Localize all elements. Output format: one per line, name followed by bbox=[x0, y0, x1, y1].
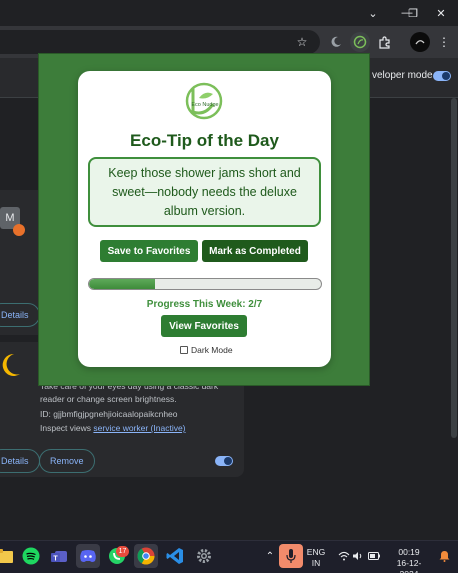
dark-mode-control[interactable]: Dark Mode bbox=[180, 345, 233, 355]
remove-button[interactable]: Remove bbox=[39, 449, 95, 473]
eco-popup-card: Eco Nudge Eco-Tip of the Day Keep those … bbox=[78, 71, 331, 367]
developer-mode-toggle[interactable] bbox=[433, 71, 451, 81]
extension-description-line2: reader or change screen brightness. bbox=[40, 394, 177, 404]
star-icon[interactable]: ☆ bbox=[292, 32, 312, 52]
record-icon bbox=[13, 224, 25, 236]
view-favorites-button[interactable]: View Favorites bbox=[161, 315, 247, 337]
page-scrollbar[interactable] bbox=[451, 98, 457, 438]
progress-label: Progress This Week: 2/7 bbox=[146, 299, 263, 310]
kebab-menu-icon[interactable]: ⋮ bbox=[434, 32, 454, 52]
details-button-2[interactable]: Details bbox=[0, 449, 40, 473]
eco-nudge-logo: Eco Nudge bbox=[185, 82, 223, 120]
clock[interactable]: 00:19 16-12-2024 bbox=[388, 547, 430, 573]
file-explorer-icon[interactable] bbox=[0, 544, 16, 568]
profile-avatar-icon[interactable] bbox=[410, 32, 430, 52]
region-label: IN bbox=[311, 558, 321, 568]
teams-icon[interactable]: T bbox=[47, 544, 71, 568]
weekly-progress-bar bbox=[88, 278, 322, 290]
save-to-favorites-button[interactable]: Save to Favorites bbox=[100, 240, 198, 262]
restore-icon: ❐ bbox=[408, 7, 418, 20]
eco-extension-icon[interactable] bbox=[350, 32, 370, 52]
dark-mode-label: Dark Mode bbox=[191, 345, 233, 355]
inspect-views-row: Inspect views service worker (Inactive) bbox=[40, 423, 186, 433]
chevron-down-icon[interactable]: ⌄ bbox=[356, 0, 390, 26]
language-indicator[interactable]: ENG IN bbox=[305, 547, 327, 569]
popup-title: Eco-Tip of the Day bbox=[130, 131, 279, 150]
extension-enable-toggle[interactable] bbox=[215, 456, 233, 466]
notification-bell-icon[interactable] bbox=[432, 544, 456, 568]
eco-tip-box: Keep those shower jams short and sweet—n… bbox=[88, 157, 321, 227]
spotify-icon[interactable] bbox=[19, 544, 43, 568]
address-bar[interactable] bbox=[0, 30, 320, 54]
vscode-icon[interactable] bbox=[163, 544, 187, 568]
microphone-icon[interactable] bbox=[279, 544, 303, 568]
details-button-1[interactable]: Details bbox=[0, 303, 40, 327]
whatsapp-unread-badge: 17 bbox=[116, 546, 129, 557]
chrome-icon[interactable] bbox=[134, 544, 158, 568]
settings-gear-icon[interactable] bbox=[192, 544, 216, 568]
progress-fill bbox=[89, 279, 156, 289]
puzzle-extensions-icon[interactable] bbox=[374, 32, 394, 52]
discord-icon[interactable] bbox=[76, 544, 100, 568]
logo-text: Eco Nudge bbox=[191, 102, 218, 108]
extension-id: ID: gjjbmfigjpgnehjioicaalopaikcnheo bbox=[40, 409, 178, 419]
close-button[interactable]: ✕ bbox=[424, 0, 458, 26]
clock-date: 16-12-2024 bbox=[396, 558, 422, 573]
developer-mode-label: veloper mode bbox=[372, 70, 433, 81]
service-worker-link[interactable]: service worker (Inactive) bbox=[93, 423, 185, 433]
clock-time: 00:19 bbox=[398, 547, 420, 557]
language-label: ENG bbox=[306, 547, 326, 557]
inspect-views-label: Inspect views bbox=[40, 423, 92, 433]
eco-tip-text: Keep those shower jams short and sweet—n… bbox=[108, 165, 301, 218]
close-icon: ✕ bbox=[436, 7, 446, 20]
mark-completed-button[interactable]: Mark as Completed bbox=[202, 240, 308, 262]
dark-mode-checkbox[interactable] bbox=[180, 346, 188, 354]
moon-extension-icon[interactable] bbox=[326, 32, 346, 52]
battery-icon[interactable] bbox=[362, 544, 386, 568]
moon-icon bbox=[0, 352, 22, 383]
svg-text:T: T bbox=[53, 556, 58, 563]
